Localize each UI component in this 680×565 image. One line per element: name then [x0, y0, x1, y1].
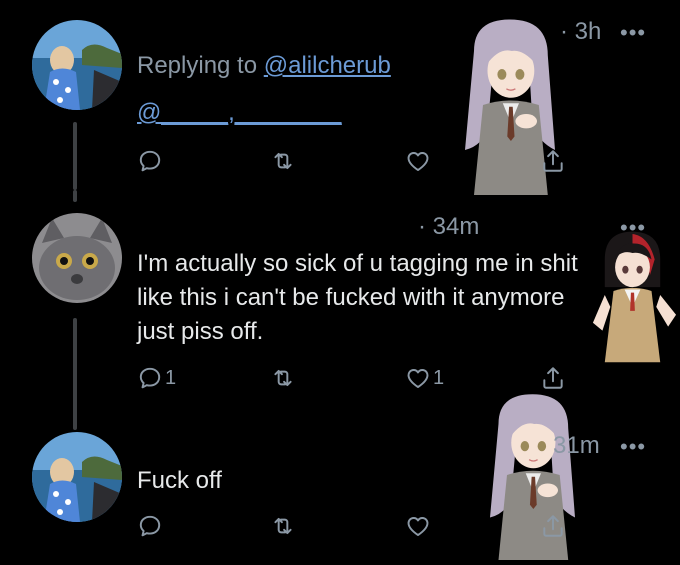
- avatar-photo: [32, 20, 122, 110]
- reply-icon: [137, 148, 163, 174]
- more-icon[interactable]: •••: [620, 434, 646, 460]
- share-icon: [540, 513, 566, 539]
- share-button[interactable]: [540, 510, 566, 542]
- thread-connector: [73, 190, 77, 202]
- like-button[interactable]: [405, 510, 431, 542]
- share-button[interactable]: [540, 145, 566, 177]
- tweet-thread: { "tweets": [ { "time": "· 3h", "reply_l…: [0, 0, 680, 558]
- tweet-time: · 3h: [560, 18, 602, 45]
- avatar-photo: [32, 213, 122, 303]
- reply-button[interactable]: [137, 145, 163, 177]
- reply-button[interactable]: [137, 510, 163, 542]
- tweet-3: 31m ••• Fuck off: [0, 400, 680, 558]
- share-icon: [540, 365, 566, 391]
- retweet-button[interactable]: [270, 145, 296, 177]
- tweet-text: I'm actually so sick of u tagging me in …: [137, 250, 578, 345]
- tweet-text: Fuck off: [137, 467, 222, 494]
- more-icon[interactable]: •••: [620, 20, 646, 46]
- tweet-actions: [137, 145, 587, 177]
- avatar-photo: [32, 432, 122, 522]
- anime-sticker-decoration: [585, 210, 680, 380]
- share-icon: [540, 148, 566, 174]
- retweet-button[interactable]: [270, 510, 296, 542]
- like-icon: [405, 365, 431, 391]
- avatar[interactable]: [32, 213, 122, 303]
- tweet-actions: [137, 510, 587, 542]
- retweet-icon: [270, 513, 296, 539]
- mention-link[interactable]: @_____,________: [137, 99, 342, 127]
- reply-icon: [137, 365, 163, 391]
- avatar[interactable]: [32, 20, 122, 110]
- like-icon: [405, 513, 431, 539]
- tweet-time: · 34m: [418, 213, 480, 240]
- reply-label: Replying to: [137, 52, 258, 79]
- reply-button[interactable]: 1: [137, 362, 176, 394]
- avatar[interactable]: [32, 432, 122, 522]
- thread-connector: [73, 122, 77, 190]
- tweet-time: 31m: [553, 432, 600, 459]
- reply-icon: [137, 513, 163, 539]
- retweet-icon: [270, 365, 296, 391]
- tweet-1: Replying to @alilcherub @_____,________ …: [0, 0, 680, 200]
- like-count: 1: [433, 366, 445, 389]
- like-icon: [405, 148, 431, 174]
- reply-count: 1: [165, 366, 177, 389]
- retweet-icon: [270, 148, 296, 174]
- retweet-button[interactable]: [270, 362, 296, 394]
- reply-context: Replying to @alilcherub: [137, 52, 391, 80]
- like-button[interactable]: 1: [405, 362, 444, 394]
- tweet-2: · 34m ••• I'm actually so sick of u tagg…: [0, 190, 680, 430]
- like-button[interactable]: [405, 145, 431, 177]
- reply-handle-link[interactable]: @alilcherub: [264, 52, 391, 79]
